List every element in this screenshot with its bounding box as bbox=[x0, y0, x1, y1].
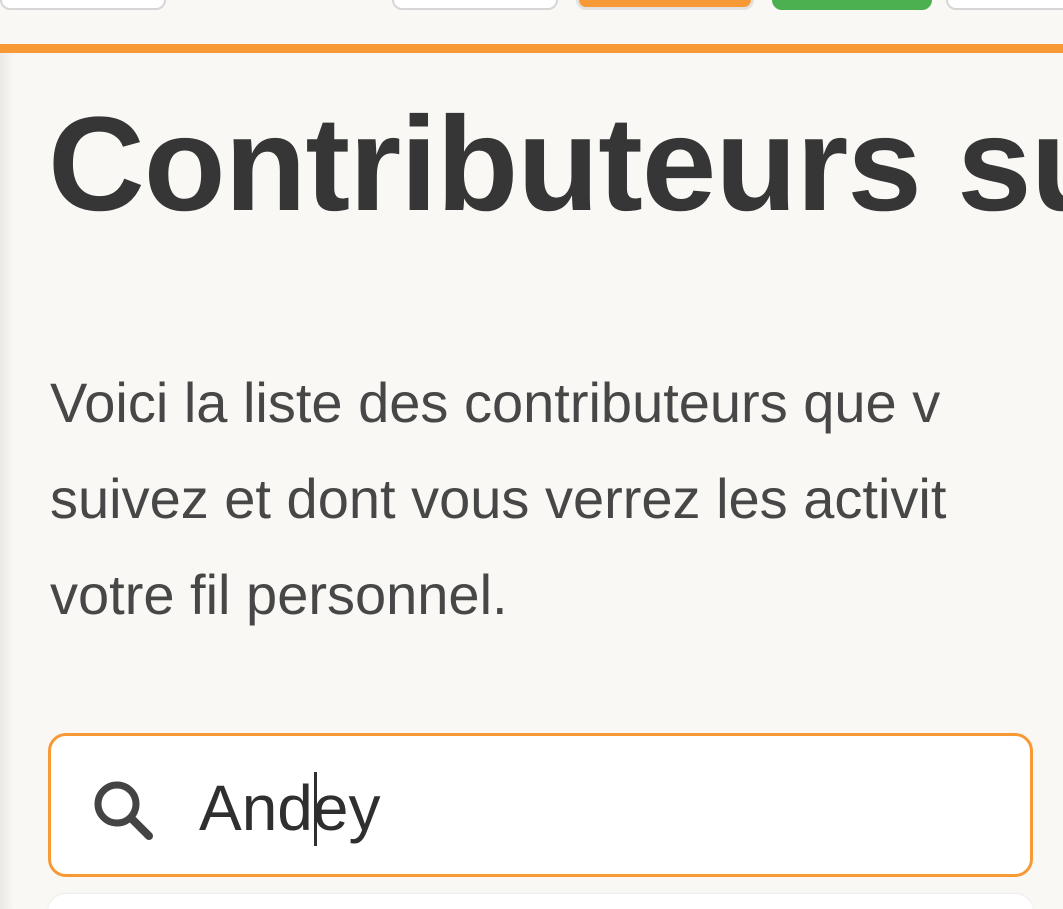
intro-line-3: votre fil personnel. bbox=[50, 563, 508, 626]
search-input[interactable] bbox=[199, 764, 999, 852]
accent-divider bbox=[0, 44, 1063, 53]
app-viewport: Contributeurs su Voici la liste des cont… bbox=[0, 0, 1063, 909]
top-tab-row bbox=[0, 0, 1063, 46]
tab-1[interactable] bbox=[0, 0, 166, 10]
edge-shadow bbox=[0, 0, 14, 909]
tab-5[interactable] bbox=[946, 0, 1063, 10]
contributor-card[interactable] bbox=[48, 894, 1033, 909]
page-title: Contributeurs su bbox=[48, 90, 1063, 239]
intro-line-1: Voici la liste des contributeurs que v bbox=[50, 371, 941, 434]
tab-active-orange[interactable] bbox=[576, 0, 754, 10]
search-field[interactable] bbox=[48, 733, 1033, 877]
tab-2[interactable] bbox=[392, 0, 558, 10]
tab-green[interactable] bbox=[772, 0, 932, 10]
intro-text: Voici la liste des contributeurs que v s… bbox=[50, 355, 1063, 643]
text-caret bbox=[314, 772, 317, 846]
search-icon bbox=[89, 776, 157, 844]
intro-line-2: suivez et dont vous verrez les activit bbox=[50, 467, 947, 530]
